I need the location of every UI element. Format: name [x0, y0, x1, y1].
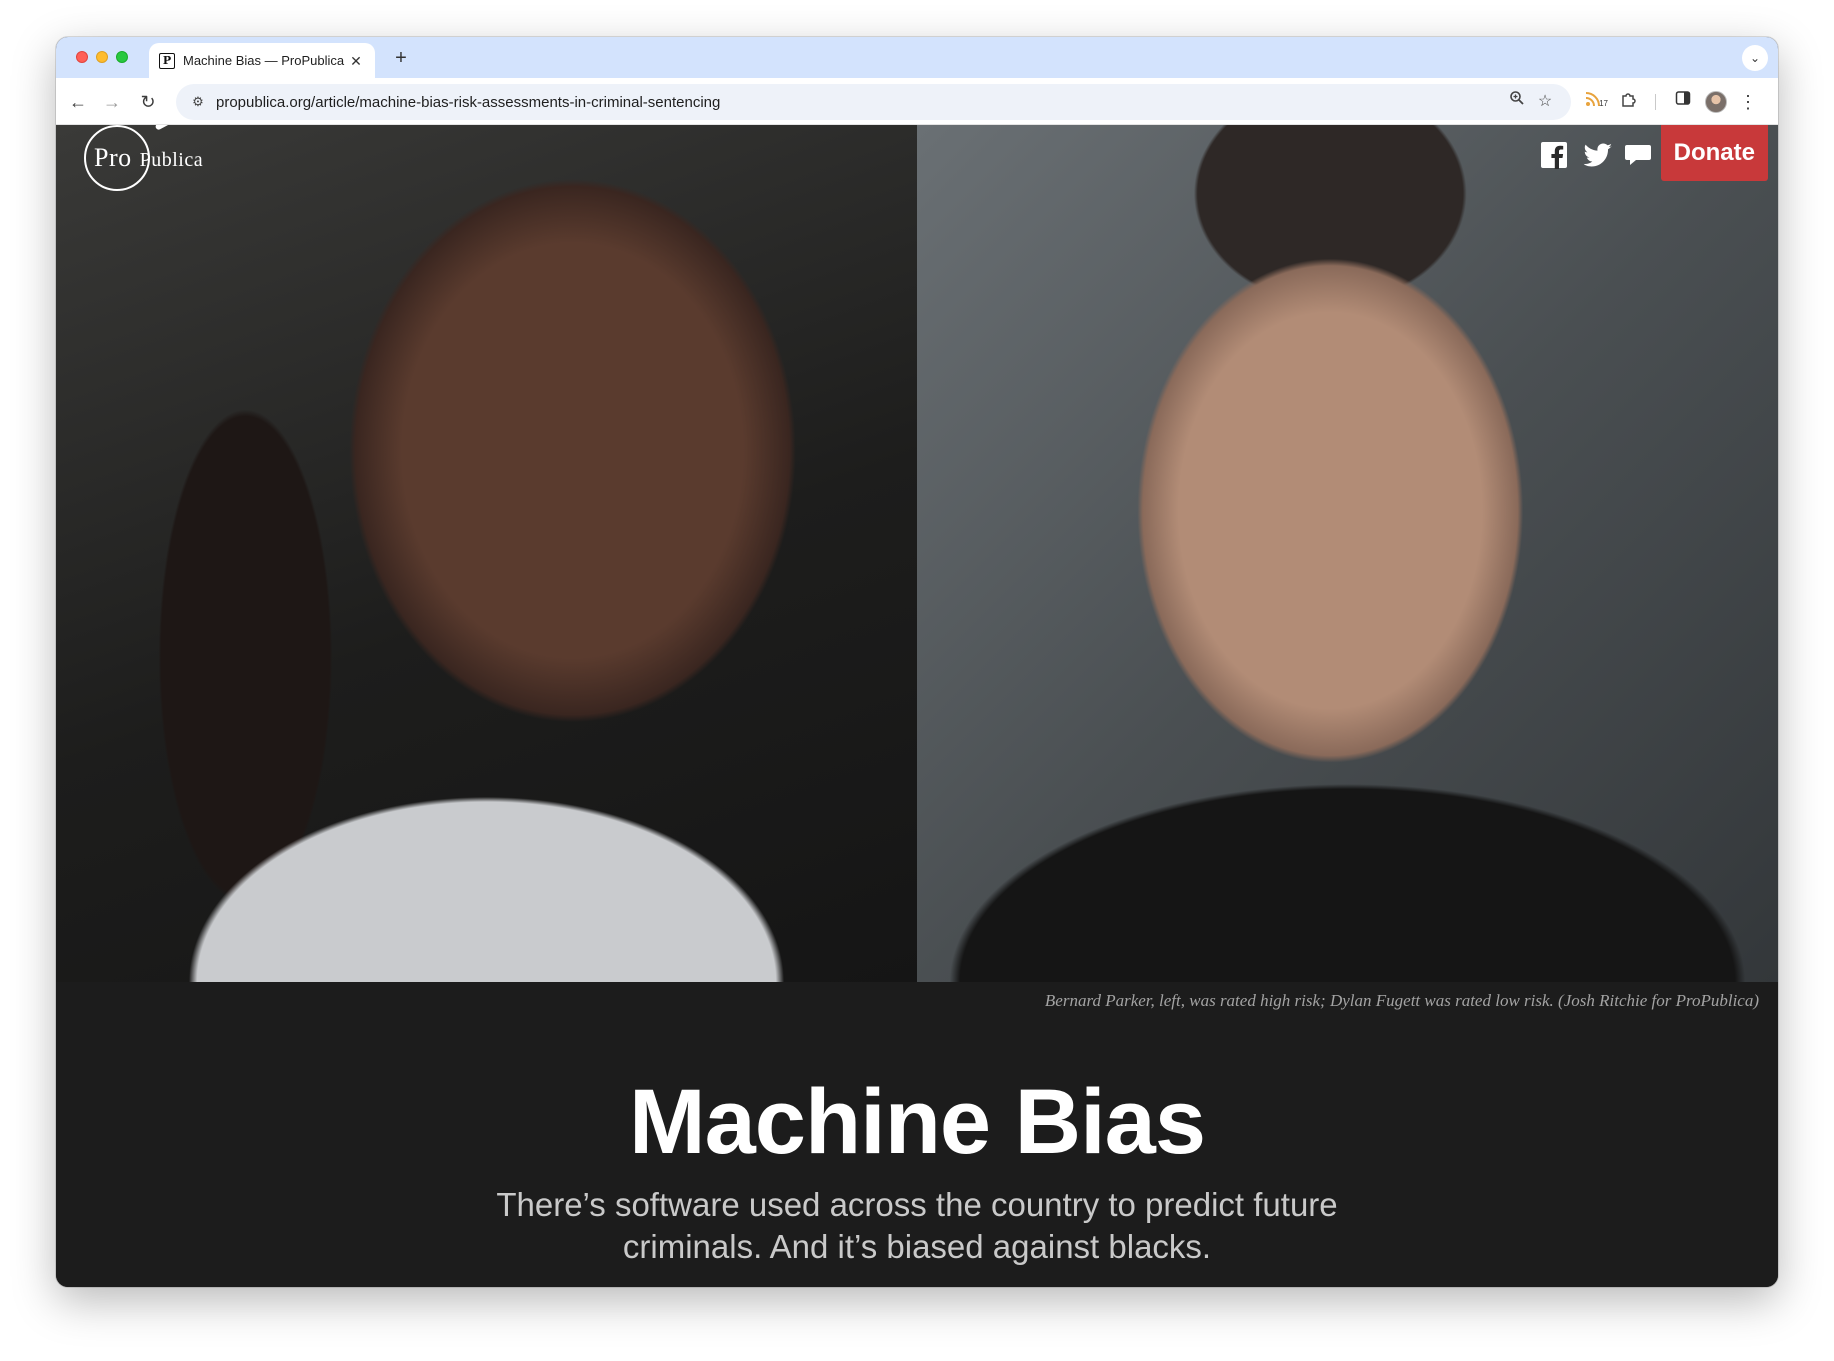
address-bar[interactable]: ⚙ propublica.org/article/machine-bias-ri…	[176, 84, 1571, 120]
site-info-icon[interactable]: ⚙	[188, 92, 208, 112]
toolbar-divider	[1655, 94, 1656, 110]
reload-button[interactable]: ↻	[136, 90, 160, 114]
extension-badge-count: 17	[1599, 99, 1608, 108]
side-panel-icon[interactable]	[1670, 90, 1696, 114]
close-tab-icon[interactable]: ✕	[347, 52, 365, 70]
article-headline: Machine Bias	[629, 1071, 1206, 1173]
comment-icon[interactable]	[1624, 141, 1654, 171]
tab-title: Machine Bias — ProPublica	[183, 53, 345, 68]
logo-wordmark: Pro Publica	[94, 143, 203, 173]
portrait-photo-left	[56, 125, 917, 982]
tab-strip: P Machine Bias — ProPublica ✕ + ⌄	[56, 37, 1778, 78]
portrait-photo-right	[917, 125, 1778, 982]
zoom-icon[interactable]	[1503, 90, 1531, 114]
browser-window: P Machine Bias — ProPublica ✕ + ⌄ ← → ↻ …	[56, 37, 1778, 1287]
logo-pro: Pro	[94, 143, 132, 172]
photo-caption: Bernard Parker, left, was rated high ris…	[1044, 991, 1759, 1010]
new-tab-button[interactable]: +	[388, 46, 414, 72]
logo-publica: Publica	[139, 149, 204, 171]
url-text[interactable]: propublica.org/article/machine-bias-risk…	[216, 94, 1503, 111]
back-button[interactable]: ←	[66, 90, 90, 114]
propublica-favicon-icon: P	[159, 52, 175, 69]
propublica-logo[interactable]: Pro Publica	[84, 125, 203, 191]
profile-avatar[interactable]	[1705, 91, 1727, 113]
more-menu-icon[interactable]: ⋮	[1738, 90, 1758, 114]
rss-extension-icon[interactable]: 17	[1580, 90, 1608, 114]
donate-button[interactable]: Donate	[1660, 125, 1768, 181]
bookmark-star-icon[interactable]: ☆	[1531, 90, 1559, 114]
facebook-icon[interactable]	[1540, 141, 1570, 171]
tab-search-button[interactable]: ⌄	[1742, 45, 1768, 71]
tab-machine-bias[interactable]: P Machine Bias — ProPublica ✕	[149, 43, 375, 78]
forward-button[interactable]: →	[100, 90, 124, 114]
browser-toolbar: ← → ↻ ⚙ propublica.org/article/machine-b…	[56, 78, 1778, 125]
zoom-window-button[interactable]	[116, 51, 128, 63]
minimize-window-button[interactable]	[96, 51, 108, 63]
article-deck: There’s software used across the country…	[496, 1186, 1338, 1265]
close-window-button[interactable]	[76, 51, 88, 63]
twitter-icon[interactable]	[1583, 141, 1613, 171]
page-content: Pro Publica Donate Bernard Parker, left, …	[56, 125, 1778, 1287]
extensions-puzzle-icon[interactable]	[1616, 90, 1642, 114]
window-controls	[76, 51, 128, 63]
